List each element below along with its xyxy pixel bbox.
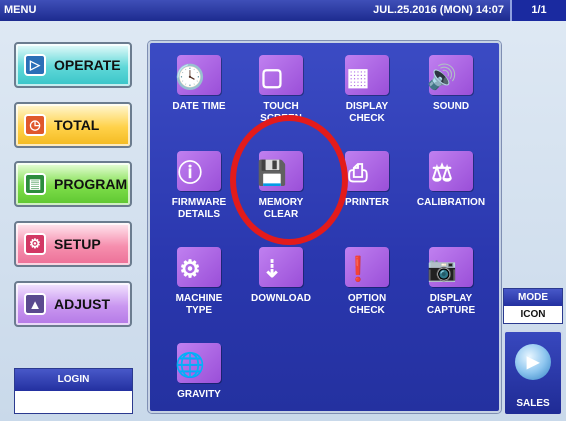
login-label: LOGIN xyxy=(15,369,132,391)
menu-item-label-2: CAPTURE xyxy=(426,305,476,316)
sales-label: SALES xyxy=(516,398,550,409)
menu-item-label-2: TYPE xyxy=(185,305,213,316)
globe-scale-icon: 🌐 xyxy=(175,343,221,383)
menu-item-label: MACHINE xyxy=(175,293,223,304)
menu-item-label: DISPLAY xyxy=(429,293,473,304)
menu-item-label: TOUCH xyxy=(263,101,299,112)
menu-item-label: DISPLAY xyxy=(345,101,389,112)
program-label: PROGRAM xyxy=(54,176,128,192)
menu-item-machine-type[interactable]: ⚙ MACHINE TYPE xyxy=(154,247,244,317)
menu-item-gravity[interactable]: 🌐 GRAVITY xyxy=(154,343,244,401)
operate-button[interactable]: ▷ OPERATE xyxy=(14,42,132,88)
wrench-icon: ⚙ xyxy=(24,233,46,255)
calibration-icon: ⚖ xyxy=(429,151,473,191)
menu-item-label-2: CHECK xyxy=(349,305,385,316)
login-box[interactable]: LOGIN xyxy=(14,368,133,414)
menu-item-display-capture[interactable]: 📷 DISPLAY CAPTURE xyxy=(406,247,496,317)
total-button[interactable]: ◷ TOTAL xyxy=(14,102,132,148)
operate-label: OPERATE xyxy=(54,57,121,73)
total-label: TOTAL xyxy=(54,117,100,133)
menu-item-calibration[interactable]: ⚖ CALIBRATION xyxy=(406,151,496,209)
setup-button[interactable]: ⚙ SETUP xyxy=(14,221,132,267)
menu-item-label: GRAVITY xyxy=(177,389,221,400)
adjust-label: ADJUST xyxy=(54,296,111,312)
date-time-display: JUL.25.2016 (MON) 14:07 xyxy=(373,4,504,16)
menu-item-label: DOWNLOAD xyxy=(251,293,311,304)
page-indicator: 1/1 xyxy=(510,0,566,21)
title-bar: MENU JUL.25.2016 (MON) 14:07 1/1 xyxy=(0,0,566,21)
sales-button[interactable]: ▶ SALES xyxy=(503,330,563,416)
menu-item-sound[interactable]: 🔊 SOUND xyxy=(406,55,496,113)
display-check-icon: ▦ xyxy=(345,55,389,95)
download-folder-icon: ⇣ xyxy=(259,247,303,287)
touch-screen-icon: ▢ xyxy=(259,55,303,95)
adjust-button[interactable]: ▲ ADJUST xyxy=(14,281,132,327)
option-check-icon: ❗ xyxy=(343,247,389,287)
menu-item-label: DATE TIME xyxy=(172,101,226,112)
mode-box[interactable]: MODE ICON xyxy=(503,288,563,324)
setup-label: SETUP xyxy=(54,236,101,252)
play-circle-icon: ▷ xyxy=(24,54,46,76)
menu-item-option-check[interactable]: ❗ OPTION CHECK xyxy=(322,247,412,317)
menu-item-label: FIRMWARE xyxy=(171,197,227,208)
clock-icon: ◷ xyxy=(24,114,46,136)
menu-item-label-2: CHECK xyxy=(349,113,385,124)
menu-item-date-time[interactable]: 🕓 DATE TIME xyxy=(154,55,244,113)
speaker-icon: 🔊 xyxy=(427,55,473,95)
book-icon: ▤ xyxy=(24,173,46,195)
menu-item-label: SOUND xyxy=(432,101,470,112)
mode-value: ICON xyxy=(520,309,546,320)
calendar-clock-icon: 🕓 xyxy=(175,55,221,95)
play-icon: ▶ xyxy=(515,344,551,380)
menu-item-download[interactable]: ⇣ DOWNLOAD xyxy=(236,247,326,305)
menu-item-label-2: DETAILS xyxy=(177,209,221,220)
mode-label: MODE xyxy=(504,289,562,306)
menu-item-label: OPTION xyxy=(347,293,387,304)
menu-item-label: CALIBRATION xyxy=(416,197,486,208)
login-field[interactable] xyxy=(15,391,132,413)
camera-icon: 📷 xyxy=(427,247,473,287)
scale-icon: ▲ xyxy=(24,293,46,315)
program-button[interactable]: ▤ PROGRAM xyxy=(14,161,132,207)
window-title: MENU xyxy=(4,4,37,16)
info-icon: ⓘ xyxy=(177,151,221,191)
printer-icon: ⎙ xyxy=(345,151,389,191)
highlight-circle xyxy=(230,115,348,245)
gears-icon: ⚙ xyxy=(177,247,221,287)
menu-item-display-check[interactable]: ▦ DISPLAY CHECK xyxy=(322,55,412,125)
